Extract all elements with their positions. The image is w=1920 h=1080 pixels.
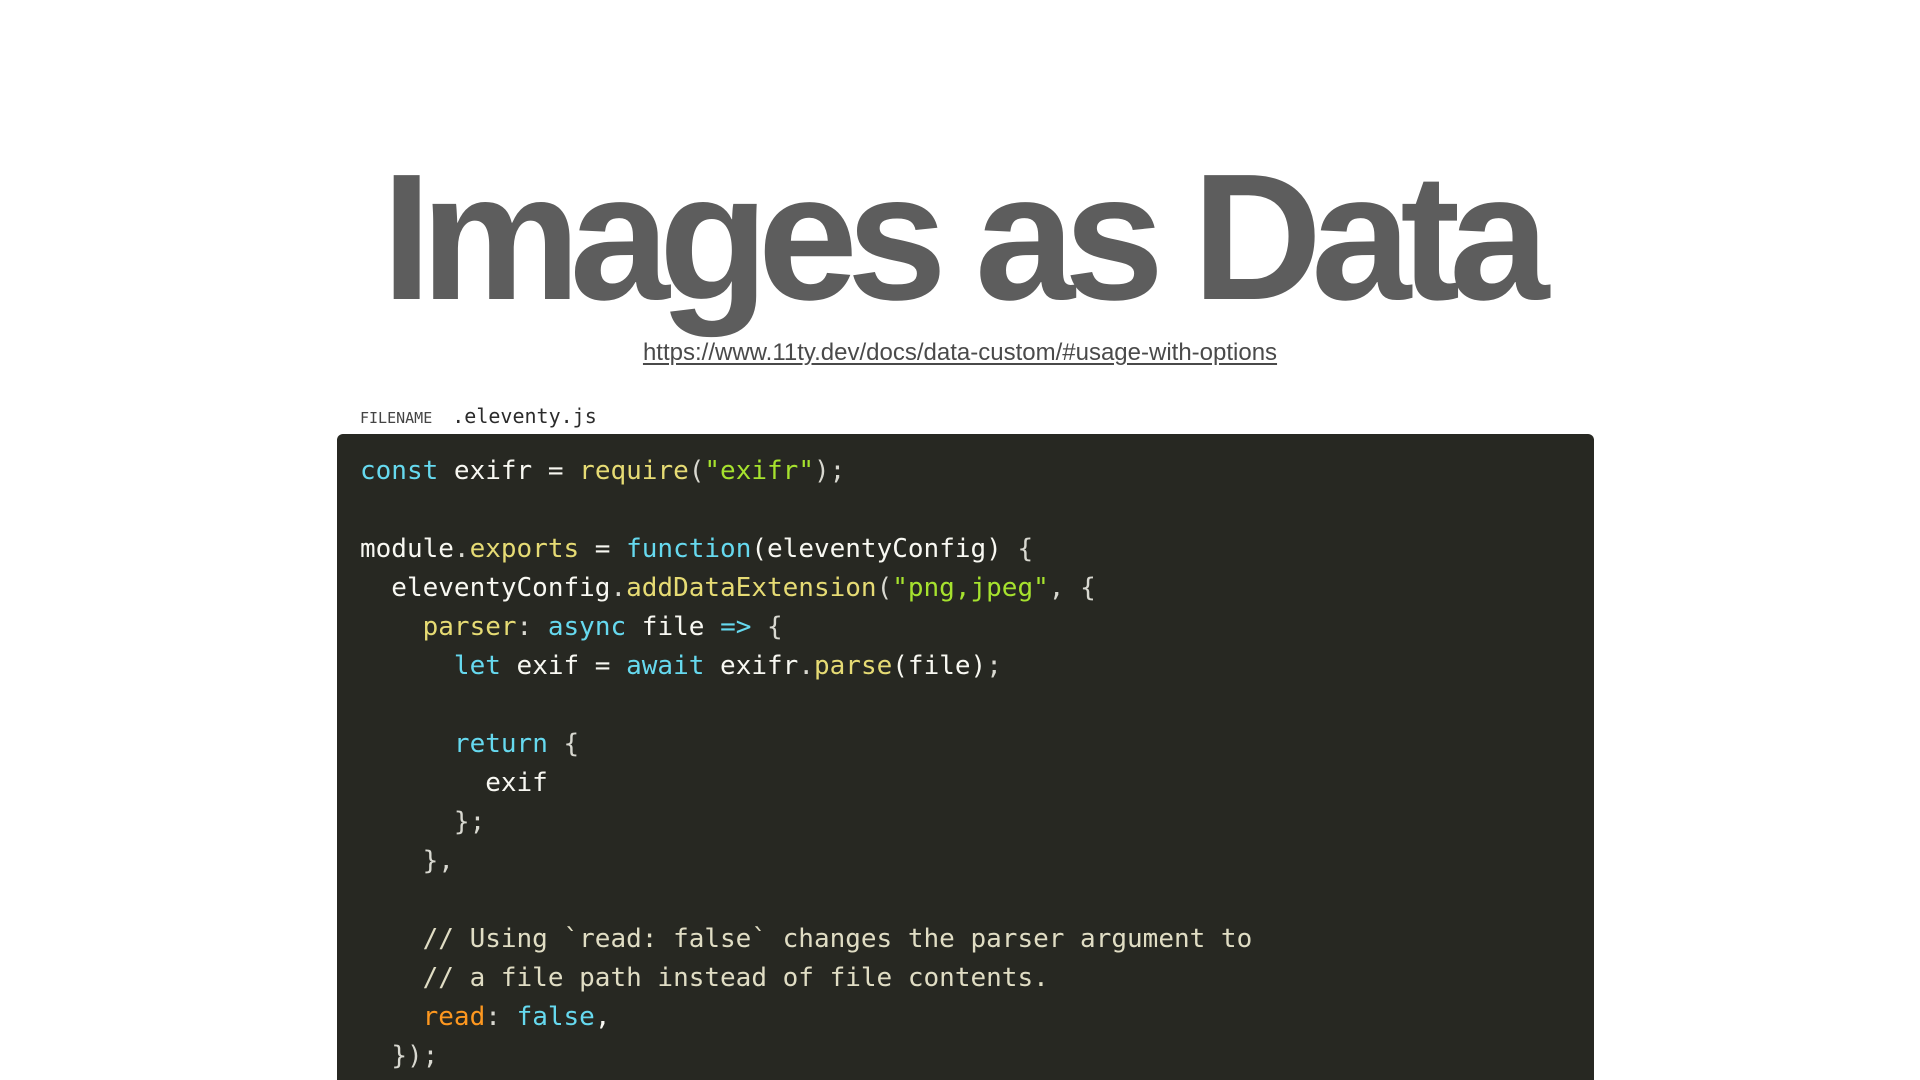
- code-token: );: [813, 456, 846, 486]
- code-token: parser: [422, 612, 517, 642]
- code-token: // a file path instead of file contents.: [360, 963, 1049, 993]
- code-token: {: [1001, 534, 1034, 564]
- code-token: "png,jpeg": [892, 573, 1049, 603]
- code-token: eleventyConfig: [360, 573, 611, 603]
- code-token: // Using `read: false` changes the parse…: [360, 924, 1253, 954]
- code-token: {: [751, 612, 783, 642]
- code-token: exif: [360, 768, 548, 798]
- code-token: exifr: [704, 651, 799, 681]
- code-token: await: [626, 651, 705, 681]
- code-token: exifr =: [438, 456, 580, 486]
- code-line: eleventyConfig.addDataExtension("png,jpe…: [360, 569, 1594, 608]
- code-block: const exifr = require("exifr"); module.ex…: [337, 434, 1594, 1080]
- code-token: file: [626, 612, 721, 642]
- code-token: require: [579, 456, 689, 486]
- filename-label: FILENAME: [360, 409, 433, 427]
- code-token: },: [422, 846, 454, 876]
- code-token: let: [453, 651, 501, 681]
- code-line: const exifr = require("exifr");: [360, 452, 1594, 491]
- code-token: async: [547, 612, 627, 642]
- code-token: });: [391, 1041, 439, 1071]
- code-line: });: [360, 1037, 1594, 1076]
- code-token: };: [453, 807, 486, 837]
- code-token: module: [360, 534, 454, 564]
- code-token: false: [516, 1002, 595, 1032]
- code-token: .: [798, 651, 814, 681]
- code-token: , {: [1048, 573, 1096, 603]
- docs-link-container: https://www.11ty.dev/docs/data-custom/#u…: [0, 339, 1920, 367]
- code-token: (: [688, 456, 705, 486]
- code-line: };: [360, 803, 1594, 842]
- code-token: .: [610, 573, 627, 603]
- code-token: parse: [813, 651, 893, 681]
- code-token: =: [579, 534, 627, 564]
- page-title: Images as Data: [381, 137, 1550, 338]
- code-token: read: [422, 1002, 486, 1032]
- code-token: ;: [986, 651, 1002, 681]
- code-token: (eleventyConfig): [751, 534, 1002, 564]
- code-token: function: [626, 534, 752, 564]
- code-line: parser: async file => {: [360, 608, 1594, 647]
- code-line: },: [360, 842, 1594, 881]
- code-token: exif =: [500, 651, 627, 681]
- code-line: let exif = await exifr.parse(file);: [360, 647, 1594, 686]
- code-token: .: [453, 534, 470, 564]
- code-token: "exifr": [704, 456, 814, 486]
- docs-link[interactable]: https://www.11ty.dev/docs/data-custom/#u…: [643, 339, 1277, 366]
- filename-value: .eleventy.js: [452, 404, 597, 428]
- code-line: // a file path instead of file contents.: [360, 959, 1594, 998]
- code-token: :: [485, 1002, 517, 1032]
- code-token: =>: [720, 612, 752, 642]
- code-filename-bar: FILENAME .eleventy.js: [360, 404, 597, 428]
- code-token: :: [516, 612, 548, 642]
- code-token: ,: [594, 1002, 611, 1032]
- code-token: addDataExtension: [626, 573, 877, 603]
- code-line: module.exports = function(eleventyConfig…: [360, 530, 1594, 569]
- code-token: (: [876, 573, 893, 603]
- code-token: (file): [892, 651, 987, 681]
- code-line: read: false,: [360, 998, 1594, 1037]
- code-token: return: [453, 729, 548, 759]
- code-line: return {: [360, 725, 1594, 764]
- code-token: const: [360, 456, 439, 486]
- code-listing: const exifr = require("exifr"); module.ex…: [360, 452, 1594, 1076]
- code-token: {: [547, 729, 580, 759]
- code-line: exif: [360, 764, 1594, 803]
- code-token: exports: [469, 534, 580, 564]
- code-line: // Using `read: false` changes the parse…: [360, 920, 1594, 959]
